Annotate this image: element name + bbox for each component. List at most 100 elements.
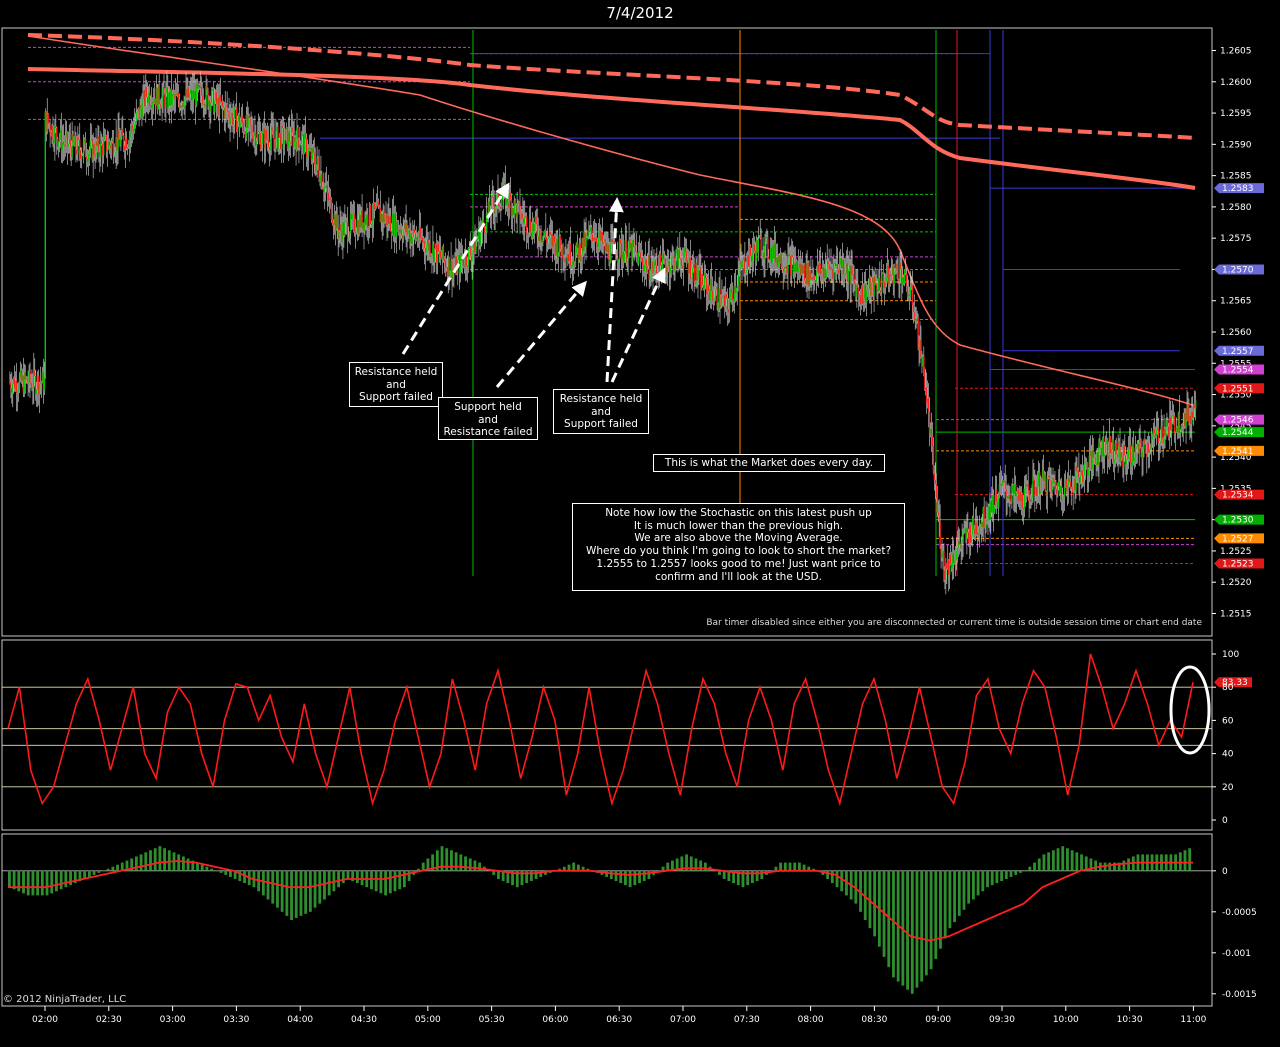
price-tag-label: 1.2534 xyxy=(1222,491,1254,501)
candle-body xyxy=(353,213,356,232)
candle-body xyxy=(127,146,130,148)
panel-frame-2 xyxy=(1,639,1213,831)
candle-body xyxy=(283,139,286,145)
candle-body xyxy=(480,232,482,246)
macd-hist-bar xyxy=(920,870,924,982)
candle-body xyxy=(670,256,672,268)
candle-body xyxy=(737,274,739,286)
macd-hist-bar xyxy=(1066,848,1069,871)
candle-body xyxy=(1161,426,1163,439)
candle-body xyxy=(685,251,688,261)
candle-body xyxy=(970,535,973,543)
candle-body xyxy=(1083,464,1086,476)
candle-body xyxy=(267,139,269,148)
candle-body xyxy=(930,428,933,437)
candle-body xyxy=(745,272,747,274)
ma-dashed xyxy=(27,33,1196,140)
candle-body xyxy=(857,284,859,288)
price-tag-label: 1.2554 xyxy=(1222,366,1254,376)
candle-body xyxy=(367,214,369,228)
candle-body xyxy=(1048,475,1050,481)
candle-body xyxy=(326,185,329,193)
macd-hist-bar xyxy=(102,870,105,872)
price-tag: 1.2570 xyxy=(1214,264,1264,275)
candle-body xyxy=(1038,472,1041,495)
candle-body xyxy=(233,118,235,125)
candle-body xyxy=(720,305,722,308)
candle-body xyxy=(336,213,338,229)
candle-body xyxy=(690,277,692,279)
candle-body xyxy=(1134,447,1137,458)
candle-body xyxy=(879,278,881,291)
candle-body xyxy=(956,547,959,551)
candle-body xyxy=(1167,419,1169,427)
macd-hist-bar xyxy=(906,870,909,990)
candle-body xyxy=(108,141,111,146)
candle-body xyxy=(67,143,69,147)
candle-body xyxy=(536,223,538,236)
candle-body xyxy=(753,244,756,251)
candle-body xyxy=(954,559,957,561)
candle-body xyxy=(315,164,317,172)
price-axis-label: 1.2515 xyxy=(1220,609,1252,619)
candle-body xyxy=(439,251,442,258)
candle-body xyxy=(570,243,572,266)
candle-body xyxy=(1033,477,1035,480)
candle-body xyxy=(844,273,847,275)
macd-hist-bar xyxy=(45,870,49,896)
candle-body xyxy=(81,153,84,155)
macd-hist-bar xyxy=(459,854,463,871)
macd-hist-bar xyxy=(454,852,458,871)
candle-body xyxy=(731,292,734,300)
macd-hist-bar xyxy=(929,870,933,970)
candle-body xyxy=(1148,449,1151,453)
macd-hist-bar xyxy=(1122,860,1126,871)
candle-body xyxy=(1155,430,1158,437)
candle-body xyxy=(330,199,333,220)
macd-hist-bar xyxy=(92,870,96,875)
candle-body xyxy=(637,251,640,265)
macd-hist-bar xyxy=(243,870,246,884)
price-tag-label: 1.2551 xyxy=(1222,384,1254,394)
candle-body xyxy=(562,245,564,259)
macd-hist-bar xyxy=(407,870,411,882)
candle-body xyxy=(38,383,41,395)
candle-body xyxy=(714,289,716,298)
macd-hist-bar xyxy=(50,870,54,894)
macd-hist-bar xyxy=(802,864,806,871)
candle-body xyxy=(625,240,627,263)
candle-body xyxy=(933,472,936,481)
candle-body xyxy=(34,370,36,376)
time-axis-label: 05:00 xyxy=(415,1015,441,1025)
candle-body xyxy=(744,257,746,274)
candle-body xyxy=(260,143,263,149)
candle-body xyxy=(656,265,658,273)
candle-body xyxy=(112,139,114,156)
candle-body xyxy=(288,131,291,142)
candle-body xyxy=(1031,497,1033,502)
macd-hist-bar xyxy=(943,870,947,939)
candle-body xyxy=(1115,443,1117,455)
candle-body xyxy=(40,382,43,384)
candle-body xyxy=(177,92,180,101)
candle-body xyxy=(853,274,855,282)
highlight-ellipse xyxy=(1169,665,1211,755)
price-tag: 1.2546 xyxy=(1214,414,1264,426)
candle-body xyxy=(780,253,782,268)
candle-body xyxy=(159,104,161,108)
price-axis-label: 1.2595 xyxy=(1220,109,1252,119)
stoch-axis-label: 20 xyxy=(1222,783,1234,793)
candle-body xyxy=(900,263,902,270)
candle-body xyxy=(939,521,941,546)
candle-body xyxy=(351,214,354,220)
macd-hist-bar xyxy=(962,870,966,910)
macd-hist-bar xyxy=(703,862,707,871)
candle-body xyxy=(239,122,242,127)
macd-hist-bar xyxy=(144,852,148,871)
macd-hist-bar xyxy=(576,864,580,871)
candle-body xyxy=(30,382,32,384)
candle-body xyxy=(716,286,718,306)
candle-body xyxy=(495,205,497,209)
time-axis-label: 02:30 xyxy=(96,1015,122,1025)
candle-body xyxy=(44,111,47,379)
